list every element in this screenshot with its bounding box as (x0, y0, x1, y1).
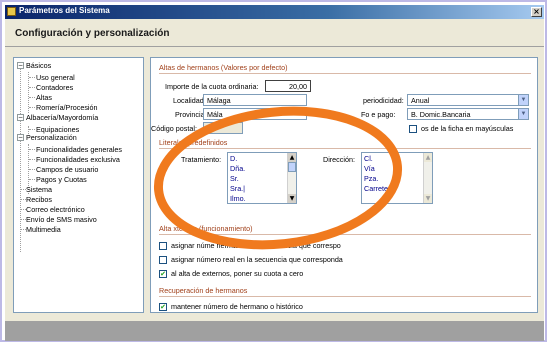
group-title-recuperacion: Recuperación de hermanos (159, 286, 248, 295)
codigo-postal-input[interactable] (203, 122, 243, 134)
tree-item-altas[interactable]: Altas (36, 93, 52, 102)
tree-item-basicos[interactable]: Básicos (26, 61, 51, 70)
localidad-label: Localidad: (173, 96, 206, 105)
tree-item-uso-general[interactable]: Uso general (36, 73, 75, 82)
recuperacion-checkbox[interactable]: ✔ (159, 303, 167, 311)
group-title-altas: Altas de hermanos (Valores por defecto) (159, 63, 288, 72)
group-divider (159, 296, 531, 297)
group-divider (159, 73, 531, 74)
list-item[interactable]: Dña. (230, 164, 245, 173)
cuota-label: Importe de la cuota ordinaria: (165, 82, 259, 91)
tree-item-func-generales[interactable]: Funcionalidades generales (36, 145, 122, 154)
list-item[interactable]: Cl. (364, 154, 373, 163)
tree-item-personalizacion[interactable]: Personalización (26, 133, 77, 142)
tree-item-campos-usuario[interactable]: Campos de usuario (36, 165, 98, 174)
group-title-externos: Alta xternos (funcionamiento) (159, 224, 253, 233)
scroll-up-icon[interactable]: ▲ (288, 153, 296, 162)
mayusculas-label: os de la ficha en mayúsculas (421, 124, 514, 133)
scroll-down-icon[interactable]: ▼ (288, 194, 296, 203)
tratamiento-list[interactable]: D. Dña. Sr. Sra.| Ilmo. ▲ ▼ (227, 152, 297, 204)
list-item[interactable]: Vía (364, 164, 375, 173)
externos-option-1-label: asignar núme hermano en la secuencia que… (171, 241, 341, 250)
group-divider (159, 234, 531, 235)
externos-option-3-label: al alta de externos, poner su cuota a ce… (171, 269, 304, 278)
header: Configuración y personalización (5, 19, 544, 47)
tree-line (29, 87, 35, 88)
externos-option-2-label: asignar número real en la secuencia que … (171, 255, 343, 264)
tree-line (29, 159, 35, 160)
collapse-icon[interactable]: − (17, 114, 24, 121)
group-title-literales: Literales predefinidos (159, 138, 228, 147)
group-divider (159, 148, 531, 149)
periodicidad-select[interactable]: Anual ▼ (407, 94, 529, 106)
chevron-down-icon: ▼ (518, 95, 528, 105)
cuota-input[interactable]: 20,00 (265, 80, 311, 92)
list-item[interactable]: Sr. (230, 174, 239, 183)
tratamiento-label: Tratamiento: (181, 155, 222, 164)
tree-line (29, 149, 35, 150)
settings-tree[interactable]: − Básicos Uso general Contadores Altas R… (13, 57, 144, 313)
title-bar[interactable]: Parámetros del Sistema × (5, 5, 544, 19)
forma-pago-select[interactable]: B. Domic.Bancaria ▼ (407, 108, 529, 120)
externos-option-3-checkbox[interactable]: ✔ (159, 270, 167, 278)
tree-item-sistema[interactable]: Sistema (26, 185, 52, 194)
list-item[interactable]: Ilmo. (230, 194, 246, 203)
tree-item-multimedia[interactable]: Multimedia (26, 225, 61, 234)
chevron-down-icon: ▼ (518, 109, 528, 119)
checkmark-icon: ✔ (160, 270, 166, 278)
list-item[interactable]: Carretera (364, 184, 394, 193)
close-button[interactable]: × (531, 7, 542, 17)
collapse-icon[interactable]: − (17, 62, 24, 69)
list-item[interactable]: Sra.| (230, 184, 245, 193)
tree-item-romeria[interactable]: Romería/Procesión (36, 103, 98, 112)
vertical-scrollbar[interactable]: ▲ ▼ (287, 153, 296, 203)
periodicidad-label: periodicidad: (363, 96, 404, 105)
tree-line (29, 77, 35, 78)
tree-item-func-exclusiva[interactable]: Funcionalidades exclusiva (36, 155, 120, 164)
list-item[interactable]: D. (230, 154, 237, 163)
scrollbar-thumb[interactable] (288, 162, 296, 172)
forma-pago-label: Fo e pago: (361, 110, 396, 119)
tree-item-contadores[interactable]: Contadores (36, 83, 73, 92)
tree-line (29, 179, 35, 180)
direccion-list[interactable]: Cl. Vía Pza. Carretera ▲ ▼ (361, 152, 433, 204)
tree-item-pagos-cuotas[interactable]: Pagos y Cuotas (36, 175, 87, 184)
mayusculas-checkbox[interactable] (409, 125, 417, 133)
tree-item-sms[interactable]: Envío de SMS masivo (26, 215, 97, 224)
close-icon: × (533, 7, 540, 16)
app-icon (7, 7, 16, 16)
page-title: Configuración y personalización (15, 28, 170, 39)
list-item[interactable]: Pza. (364, 174, 378, 183)
recuperacion-label: mantener número de hermano o histórico (171, 302, 303, 311)
tree-line (29, 107, 35, 108)
client-area: Configuración y personalización − Básico… (5, 19, 544, 341)
vertical-scrollbar[interactable]: ▲ ▼ (423, 153, 432, 203)
tree-item-recibos[interactable]: Recibos (26, 195, 52, 204)
checkmark-icon: ✔ (160, 303, 166, 311)
provincia-label: Provincia: (175, 110, 207, 119)
screenshot-frame: Parámetros del Sistema × Configuración y… (0, 0, 547, 342)
tree-line (20, 68, 21, 252)
bottom-strip (5, 321, 544, 341)
settings-panel: Altas de hermanos (Valores por defecto) … (150, 57, 538, 313)
scroll-down-icon[interactable]: ▼ (424, 194, 432, 203)
window-title: Parámetros del Sistema (19, 6, 110, 15)
codigo-postal-label: Código postal: (151, 124, 197, 133)
periodicidad-value: Anual (411, 96, 430, 105)
tree-line (29, 169, 35, 170)
parametros-window: Parámetros del Sistema × Configuración y… (5, 5, 544, 341)
tree-line (29, 129, 35, 130)
localidad-input[interactable]: Málaga (203, 94, 307, 106)
provincia-input[interactable]: Mála (203, 108, 307, 120)
scroll-up-icon[interactable]: ▲ (424, 153, 432, 162)
externos-option-2-checkbox[interactable] (159, 256, 167, 264)
direccion-label: Dirección: (323, 155, 355, 164)
tree-item-correo[interactable]: Correo electrónico (26, 205, 85, 214)
tree-item-albaceria[interactable]: Albacería/Mayordomía (26, 113, 98, 122)
tree-line (29, 97, 35, 98)
externos-option-1-checkbox[interactable] (159, 242, 167, 250)
collapse-icon[interactable]: − (17, 134, 24, 141)
forma-pago-value: B. Domic.Bancaria (411, 110, 471, 119)
